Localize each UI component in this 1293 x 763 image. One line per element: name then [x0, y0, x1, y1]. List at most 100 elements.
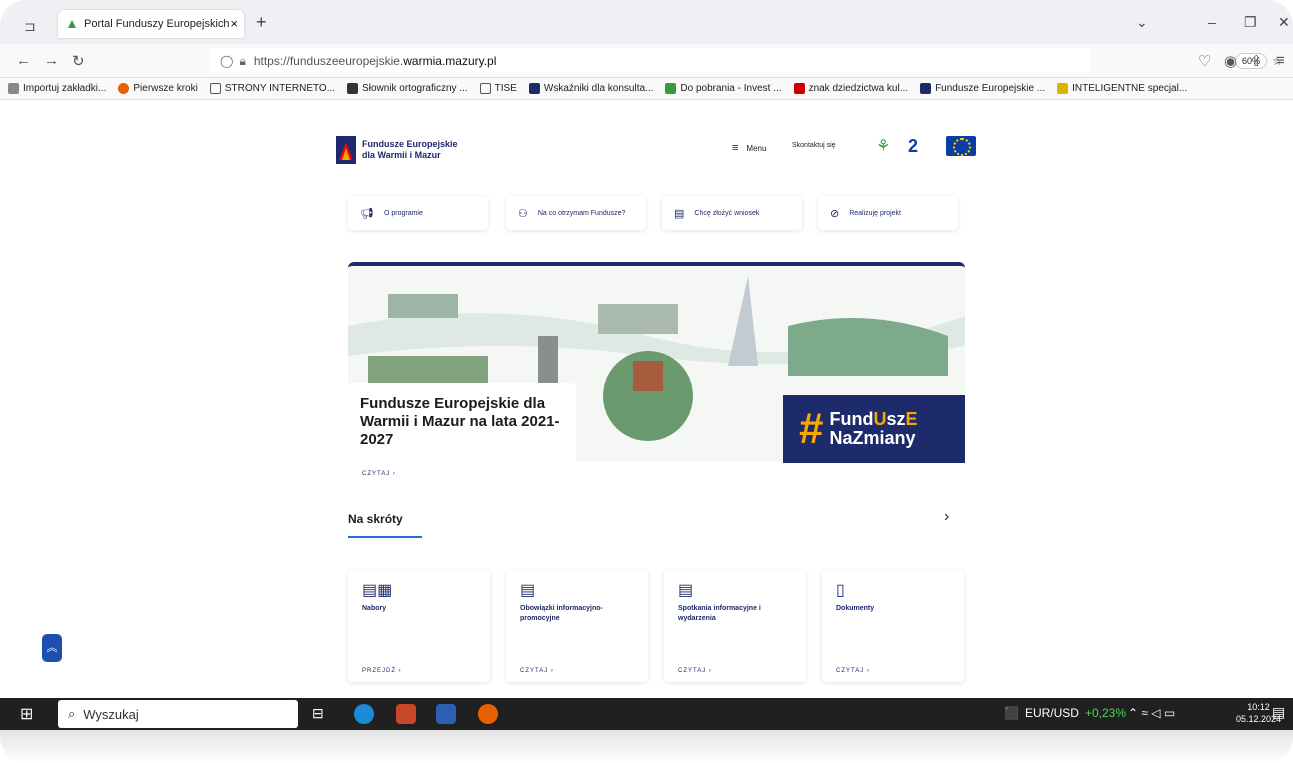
document-icon: ▤ [520, 582, 536, 599]
folder-icon [479, 83, 491, 94]
firefox-icon [118, 83, 130, 94]
taskbar-search[interactable]: ⌕ Wyszukaj [58, 700, 298, 728]
bookmark-item[interactable]: Fundusze Europejskie ... [920, 83, 1045, 94]
hamburger-icon: ≡ [732, 142, 739, 154]
hash-icon: # [799, 404, 824, 453]
bookmark-item[interactable]: znak dziedzictwa kul... [793, 83, 908, 94]
dictionary-icon [347, 83, 359, 94]
lock-icon: 🔒︎ [239, 53, 246, 68]
chevron-right-icon[interactable]: › [944, 508, 949, 526]
quick-link-about[interactable]: 📢︎ O programie [348, 196, 488, 230]
bookmark-item[interactable]: INTELIGENTNE specjal... [1057, 83, 1187, 94]
tray-icons[interactable]: ⌃ ≈ ◁ ▭ [1128, 706, 1175, 720]
bookmark-folder[interactable]: STRONY INTERNETO... [209, 83, 335, 94]
fe-logo-icon [920, 83, 932, 94]
tab-title: Portal Funduszy Europejskich - [84, 18, 243, 30]
scroll-to-top-button[interactable]: ︽ [42, 634, 62, 662]
bookmark-item[interactable]: Do pobrania - Invest ... [665, 83, 782, 94]
bars-icon [1057, 83, 1069, 94]
pocket-icon[interactable]: ♡ [1198, 52, 1211, 70]
browser-tab[interactable]: Portal Funduszy Europejskich - × [58, 10, 244, 38]
site-logo[interactable]: Fundusze Europejskie dla Warmii i Mazur [336, 136, 458, 164]
card-title: Obowiązki informacyjno-promocyjne [520, 605, 603, 622]
sidebar-toggle-icon[interactable]: ⊐ [24, 18, 36, 35]
url-bar[interactable]: ◯ 🔒︎ https://funduszeeuropejskie. warmia… [210, 48, 1283, 74]
logo-line-1: Fundusze Europejskie [362, 139, 458, 149]
close-window-icon[interactable]: ✕ [1278, 14, 1290, 31]
menu-button[interactable]: ≡ Menu [732, 142, 766, 154]
megaphone-icon: 📢︎ [360, 207, 374, 220]
card-link[interactable]: CZYTAJ › [678, 668, 712, 674]
folder-icon [209, 83, 221, 94]
anniversary-logo-icon: 2 [908, 136, 919, 156]
account-icon[interactable]: ◉ [1224, 52, 1237, 70]
heritage-icon [793, 83, 805, 94]
reload-icon[interactable]: ↻ [72, 52, 85, 70]
shortcut-card-obligations[interactable]: ▤ Obowiązki informacyjno-promocyjne CZYT… [506, 570, 648, 682]
hero-card: Fundusze Europejskie dla Warmii i Mazur … [348, 383, 576, 487]
list-tabs-icon[interactable]: ⌄ [1136, 14, 1148, 31]
bookmark-item[interactable]: Wskaźniki dla konsulta... [528, 83, 653, 94]
shield-icon: ◯ [220, 54, 234, 68]
eu-flag-icon [946, 136, 976, 156]
fx-widget[interactable]: ⬛ EUR/USD +0,23% [1004, 706, 1126, 720]
notifications-icon[interactable]: ▤ [1272, 704, 1285, 721]
card-link[interactable]: PRZEJDŹ › [362, 668, 402, 674]
section-underline [348, 536, 422, 538]
quick-link-apply[interactable]: ▤ Chcę złożyć wniosek [662, 196, 802, 230]
badge-line-1: FundUszE [829, 409, 918, 429]
shortcut-card-events[interactable]: ▤ Spotkania informacyjne i wydarzenia CZ… [664, 570, 806, 682]
word-icon[interactable] [436, 704, 456, 724]
bookmark-item[interactable]: Importuj zakładki... [8, 83, 106, 94]
bookmarks-bar: Importuj zakładki... Pierwsze kroki STRO… [0, 78, 1293, 100]
card-title: Nabory [362, 605, 387, 612]
file-icon: ▯ [836, 582, 845, 599]
coin-icon: ⬛ [1004, 706, 1019, 720]
card-title: Dokumenty [836, 605, 875, 612]
url-host: warmia.mazury.pl [403, 54, 497, 68]
logo-line-2: dla Warmii i Mazur [362, 150, 441, 160]
hero-read-link[interactable]: CZYTAJ › [362, 471, 396, 477]
close-tab-icon[interactable]: × [230, 16, 238, 31]
web-page: Fundusze Europejskie dla Warmii i Mazur … [0, 100, 1293, 698]
badge-line-2: NaZmiany [829, 428, 916, 448]
bookmark-folder[interactable]: TISE [479, 83, 517, 94]
powerpoint-icon[interactable] [396, 704, 416, 724]
back-icon[interactable]: ← [16, 52, 31, 69]
document-icon: ▤ [678, 582, 694, 599]
extensions-icon[interactable]: ⇪ [1250, 52, 1263, 70]
card-link[interactable]: CZYTAJ › [520, 668, 554, 674]
bookmark-item[interactable]: Pierwsze kroki [118, 83, 198, 94]
reflection [0, 730, 1293, 763]
start-icon[interactable]: ⊞ [20, 704, 33, 724]
contact-link[interactable]: Skontaktuj się [792, 142, 836, 149]
task-view-icon[interactable]: ⊟ [312, 705, 324, 722]
invest-icon [665, 83, 677, 94]
check-circle-icon: ⊘ [830, 207, 840, 220]
firefox-icon[interactable] [478, 704, 498, 724]
hero-title: Fundusze Europejskie dla Warmii i Mazur … [360, 395, 560, 448]
restore-icon[interactable]: ❐ [1244, 14, 1257, 31]
bookmark-icon [8, 83, 19, 94]
shortcut-card-documents[interactable]: ▯ Dokumenty CZYTAJ › [822, 570, 964, 682]
card-title: Spotkania informacyjne i wydarzenia [678, 605, 761, 622]
edge-icon[interactable] [354, 704, 374, 724]
app-menu-icon[interactable]: ≡ [1276, 52, 1285, 69]
minimize-icon[interactable]: – [1208, 14, 1216, 30]
calendar-icon: ▤▦ [362, 582, 393, 599]
nav-bar: ← → ↻ ◯ 🔒︎ https://funduszeeuropejskie. … [0, 44, 1293, 78]
leaf-logo-icon: ⚘ [876, 138, 891, 155]
fundusze-na-zmiany-badge: # FundUszE NaZmiany [783, 395, 965, 463]
search-icon: ⌕ [68, 706, 76, 721]
taskbar: ⊞ ⌕ Wyszukaj ⊟ ⬛ EUR/USD +0,23% ⌃ ≈ ◁ ▭ … [0, 698, 1293, 730]
shortcut-card-calls[interactable]: ▤▦ Nabory PRZEJDŹ › [348, 570, 490, 682]
card-link[interactable]: CZYTAJ › [836, 668, 870, 674]
forward-icon[interactable]: → [44, 52, 59, 69]
new-tab-button[interactable]: + [256, 12, 267, 33]
quick-link-funds[interactable]: ⚇ Na co otrzymam Fundusze? [506, 196, 646, 230]
bookmark-item[interactable]: Słownik ortograficzny ... [347, 83, 468, 94]
quick-link-project[interactable]: ⊘ Realizuję projekt [818, 196, 958, 230]
screen: ⊐ Portal Funduszy Europejskich - × + ⌄ –… [0, 0, 1293, 763]
favicon-icon [68, 20, 76, 28]
url-prefix: https://funduszeeuropejskie. [253, 54, 404, 68]
